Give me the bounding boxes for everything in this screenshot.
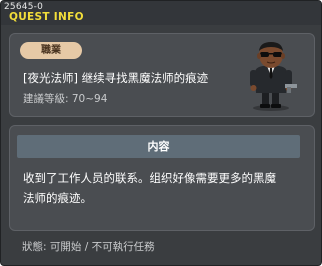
quest-info-window: 25645-0 QUEST INFO 職業 [夜光法师] 继续寻找黑魔法师的痕迹… bbox=[0, 0, 322, 266]
title-bar[interactable]: 25645-0 QUEST INFO bbox=[1, 1, 321, 25]
quest-name: [夜光法师] 继续寻找黑魔法师的痕迹 bbox=[23, 71, 209, 85]
content-header: 内容 bbox=[17, 135, 300, 158]
npc-portrait-icon bbox=[250, 42, 297, 111]
recommended-level: 建議等級: 70~94 bbox=[23, 93, 108, 105]
job-badge: 職業 bbox=[20, 42, 82, 59]
quest-description: 收到了工作人员的联系。组织好像需要更多的黑魔 法师的痕迹。 bbox=[23, 168, 305, 208]
quest-status: 狀態: 可開始 / 不可執行任務 bbox=[22, 241, 155, 253]
description-line-2: 法师的痕迹。 bbox=[23, 191, 92, 205]
description-line-1: 收到了工作人员的联系。组织好像需要更多的黑魔 bbox=[23, 171, 276, 185]
window-title: QUEST INFO bbox=[9, 11, 84, 23]
